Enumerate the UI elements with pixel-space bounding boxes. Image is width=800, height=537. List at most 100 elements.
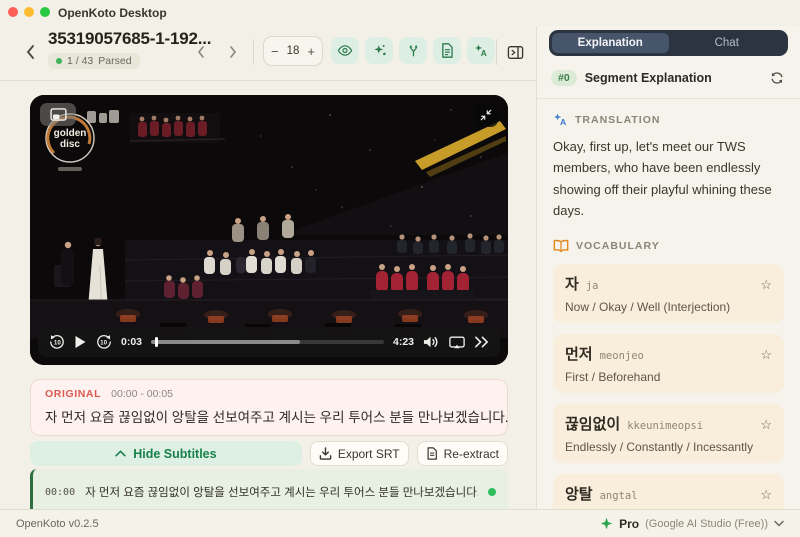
chevron-left-icon	[26, 45, 34, 59]
app-window: OpenKoto Desktop 35319057685-1-192... 1 …	[0, 0, 800, 537]
vocab-definition: Endlessly / Constantly / Incessantly	[565, 439, 754, 454]
display-button[interactable]	[449, 336, 465, 349]
vocab-romanization: kkeunimeopsi	[627, 419, 704, 432]
visibility-button[interactable]	[331, 37, 359, 64]
toolbar-buttons: A	[331, 37, 495, 64]
svg-text:10: 10	[100, 340, 107, 347]
chevron-down-icon	[774, 520, 784, 527]
star-icon[interactable]: ☆	[760, 488, 772, 501]
font-size-decrease-button[interactable]: −	[271, 45, 279, 58]
duration: 4:23	[392, 336, 414, 348]
close-window-button[interactable]	[8, 7, 18, 17]
progress-buffered	[151, 340, 301, 344]
vocab-word: 먼저	[565, 345, 593, 363]
rewind-10-button[interactable]: 10	[49, 334, 65, 350]
svg-text:A: A	[480, 49, 486, 58]
vocabulary-card[interactable]: 자 ja ☆ Now / Okay / Well (Interjection)	[553, 263, 784, 323]
chevron-left-icon	[197, 46, 204, 58]
vocab-romanization: angtal	[599, 489, 638, 502]
zoom-window-button[interactable]	[40, 7, 50, 17]
original-subtitle-card: ORIGINAL 00:00 - 00:05 자 먼저 요즘 끊임없이 앙탈을 …	[30, 379, 509, 436]
re-extract-button[interactable]: Re-extract	[416, 441, 508, 466]
svg-text:A: A	[560, 117, 566, 127]
pip-button[interactable]	[40, 103, 76, 126]
model-tier: Pro	[619, 516, 640, 531]
book-icon	[553, 239, 569, 252]
picture-in-picture-icon	[49, 108, 67, 121]
document-icon	[442, 43, 453, 58]
more-controls-button[interactable]	[474, 336, 489, 348]
forward-10-icon: 10	[97, 335, 111, 349]
translate-icon: A	[554, 113, 566, 127]
star-icon[interactable]: ☆	[760, 348, 772, 361]
translation-section-header: A TRANSLATION	[553, 112, 784, 127]
export-srt-button[interactable]: Export SRT	[309, 441, 409, 466]
eye-icon	[337, 45, 353, 56]
spark-icon	[600, 517, 613, 530]
rewind-10-icon: 10	[50, 335, 64, 349]
vocabulary-section-header: VOCABULARY	[553, 239, 784, 253]
vocabulary-card[interactable]: 끊임없이 kkeunimeopsi ☆ Endlessly / Constant…	[553, 403, 784, 463]
file-icon	[427, 447, 437, 460]
titlebar: OpenKoto Desktop	[0, 0, 800, 26]
minimize-window-button[interactable]	[24, 7, 34, 17]
play-icon	[75, 336, 86, 348]
font-size-value: 18	[286, 45, 300, 57]
sparkles-icon	[373, 44, 386, 56]
vocab-word: 자	[565, 275, 579, 293]
status-bar: OpenKoto v0.2.5 Pro (Google AI Studio (F…	[0, 509, 800, 537]
double-chevron-right-icon	[475, 336, 489, 348]
left-header: 35319057685-1-192... 1 / 43 Parsed − 18 …	[0, 26, 536, 81]
tab-explanation[interactable]: Explanation	[552, 33, 669, 53]
refresh-icon	[771, 72, 783, 84]
forward-10-button[interactable]: 10	[96, 334, 112, 350]
transcript-button[interactable]	[433, 37, 461, 64]
app-version: OpenKoto v0.2.5	[16, 517, 99, 530]
title-block: 35319057685-1-192... 1 / 43 Parsed	[48, 29, 212, 69]
svg-text:10: 10	[54, 340, 61, 347]
progress-playhead[interactable]	[154, 337, 158, 347]
star-icon[interactable]: ☆	[760, 418, 772, 431]
star-icon[interactable]: ☆	[760, 278, 772, 291]
refresh-explanation-button[interactable]	[768, 69, 786, 87]
hide-subtitles-button[interactable]: Hide Subtitles	[30, 441, 302, 466]
progress-bar[interactable]	[151, 337, 384, 347]
prev-segment-button[interactable]	[190, 39, 212, 65]
subtitle-timestamp: 00:00	[45, 486, 76, 498]
split-segment-button[interactable]	[399, 37, 427, 64]
translate-icon: A	[474, 44, 486, 58]
vocabulary-card[interactable]: 앙탈 angtal ☆ Playful whining / Grumbling …	[553, 473, 784, 509]
ai-explain-button[interactable]	[365, 37, 393, 64]
download-icon	[319, 447, 332, 460]
play-button[interactable]	[74, 335, 87, 349]
current-time: 0:03	[121, 336, 143, 348]
vocabulary-card[interactable]: 먼저 meonjeo ☆ First / Beforehand	[553, 333, 784, 393]
translate-button[interactable]: A	[467, 37, 495, 64]
sidebar-toggle-icon	[507, 45, 523, 59]
document-title: 35319057685-1-192...	[48, 29, 212, 48]
parse-count: 1 / 43	[67, 55, 94, 67]
back-button[interactable]	[18, 39, 42, 65]
panel-toggle-button[interactable]	[503, 39, 527, 65]
video-player[interactable]: golden disc 10 10 0:03 4:23	[30, 95, 508, 365]
explanation-content: A TRANSLATION Okay, first up, let's meet…	[537, 99, 800, 509]
tab-chat[interactable]: Chat	[669, 33, 786, 53]
volume-button[interactable]	[423, 335, 440, 349]
subtitle-row[interactable]: 00:00 자 먼저 요즘 끊임없이 앙탈을 선보여주고 계시는 우리 투어스 …	[30, 469, 508, 509]
original-time-range: 00:00 - 00:05	[111, 388, 174, 400]
model-detail: (Google AI Studio (Free))	[645, 517, 768, 530]
volume-icon	[423, 336, 438, 348]
parse-label: Parsed	[98, 55, 132, 67]
active-subtitle-dot-icon	[488, 488, 496, 496]
vocab-romanization: meonjeo	[599, 349, 644, 362]
subtitle-actions: Hide Subtitles Export SRT Re-extract	[30, 441, 508, 466]
next-segment-button[interactable]	[222, 39, 244, 65]
parsed-dot-icon	[56, 58, 62, 64]
chevron-up-icon	[115, 450, 126, 457]
original-label: ORIGINAL	[45, 388, 102, 400]
collapse-video-button[interactable]	[474, 103, 498, 127]
model-picker-button[interactable]: Pro (Google AI Studio (Free))	[600, 517, 784, 531]
font-size-increase-button[interactable]: +	[307, 45, 315, 58]
vocab-definition: First / Beforehand	[565, 369, 661, 384]
translation-heading: TRANSLATION	[575, 113, 661, 126]
